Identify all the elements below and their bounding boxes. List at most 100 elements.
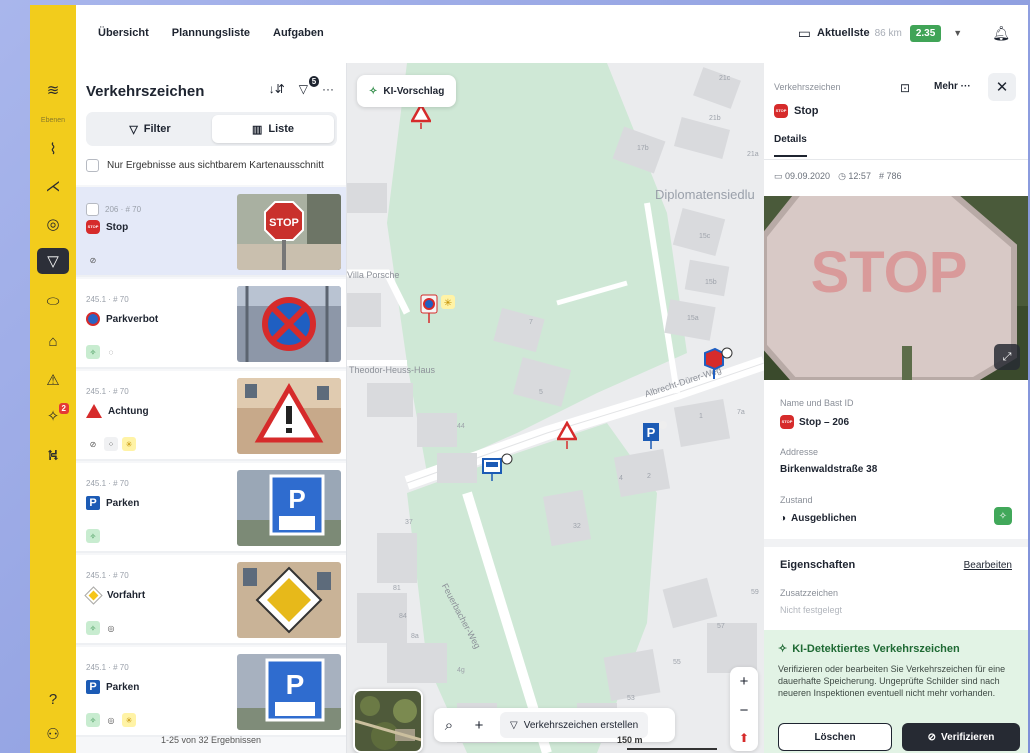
name-value: Stop – 206 bbox=[799, 416, 850, 428]
item-checkbox[interactable] bbox=[86, 203, 99, 216]
stop-sign-marker[interactable] bbox=[699, 347, 733, 381]
dots-icon: ⁘ bbox=[104, 437, 118, 451]
list-item[interactable]: 245.1 · # 70 P Parken ✧ P bbox=[76, 463, 346, 553]
stop-sign-icon: STOP bbox=[780, 415, 794, 429]
map-view[interactable]: Villa Porsche Theodor-Heuss-Haus Diploma… bbox=[347, 63, 764, 753]
house-number: 21c bbox=[719, 75, 731, 82]
ki-suggestion-button[interactable]: ✧ KI-Vorschlag bbox=[357, 75, 457, 107]
compass-icon[interactable]: ⬆ bbox=[739, 731, 749, 745]
half-circle-icon: ◑ bbox=[780, 513, 787, 524]
more-menu[interactable]: Mehr ··· bbox=[934, 81, 971, 92]
item-meta-row: 245.1 · # 70 bbox=[86, 295, 129, 304]
item-name-row: P Parken bbox=[86, 680, 139, 694]
filter-tab[interactable]: ▽ Filter bbox=[89, 115, 211, 143]
chevron-down-icon[interactable]: ▼ bbox=[953, 28, 962, 38]
traffic-icon[interactable]: ⛕ bbox=[37, 443, 69, 469]
item-meta: 245.1 · # 70 bbox=[86, 295, 129, 304]
no-stopping-marker[interactable]: ✳ bbox=[419, 293, 465, 325]
list-item[interactable]: 206 · # 70 STOP Stop ⊘ STOP bbox=[76, 187, 346, 277]
visible-only-row[interactable]: Nur Ergebnisse aus sichtbarem Kartenauss… bbox=[86, 159, 324, 172]
nav-tasks[interactable]: Aufgaben bbox=[273, 27, 324, 39]
calendar-icon: ▭ bbox=[797, 24, 812, 41]
house-number: 7a bbox=[737, 409, 745, 416]
ai-badge-icon: ✧ bbox=[994, 507, 1012, 525]
half-circle-icon: ◌ bbox=[108, 347, 114, 357]
bus-stop-marker[interactable] bbox=[481, 453, 515, 483]
close-button[interactable]: ✕ bbox=[988, 73, 1016, 101]
user-icon[interactable]: ⚇ bbox=[37, 721, 69, 747]
zoom-in-button[interactable]: + bbox=[740, 673, 749, 690]
item-name-row: P Parken bbox=[86, 496, 139, 510]
layers-caption: Ebenen bbox=[40, 117, 66, 124]
list-tab[interactable]: ▥ Liste bbox=[212, 115, 334, 143]
expand-icon[interactable]: ⤢ bbox=[994, 344, 1020, 370]
edit-link[interactable]: Bearbeiten bbox=[964, 560, 1012, 571]
close-icon: ✕ bbox=[995, 79, 1009, 96]
item-name-row: Vorfahrt bbox=[84, 586, 145, 605]
ai-tag-icon: ✧ bbox=[86, 529, 100, 543]
filter-funnel-icon: ▽ bbox=[129, 123, 138, 136]
list-item[interactable]: 245.1 · # 70 Vorfahrt ✧ ◎ bbox=[76, 555, 346, 645]
layers-icon[interactable]: ≋ bbox=[37, 77, 69, 103]
no-parking-sign-icon bbox=[86, 312, 100, 326]
house-number: 44 bbox=[457, 423, 465, 430]
check-icon: ⊘ bbox=[89, 439, 97, 449]
route-icon[interactable]: ⌇ bbox=[37, 136, 69, 162]
item-name-row: Achtung bbox=[86, 404, 149, 418]
item-meta-row: 245.1 · # 70 bbox=[86, 387, 129, 396]
item-photo: P bbox=[237, 470, 341, 546]
search-icon[interactable]: ⌕ bbox=[434, 717, 464, 734]
ai-tag-icon: ✧ bbox=[86, 713, 100, 727]
item-tags: ✧ ◎ bbox=[86, 621, 118, 635]
more-icon[interactable]: ··· bbox=[322, 82, 334, 96]
roadworks-marker[interactable] bbox=[557, 421, 577, 449]
visible-only-checkbox[interactable] bbox=[86, 159, 99, 172]
bridge-icon[interactable]: ⌂ bbox=[37, 328, 69, 354]
ai-route-icon[interactable]: ✧ 2 bbox=[37, 403, 69, 429]
house-number: 32 bbox=[573, 523, 581, 530]
name-label: Name und Bast ID bbox=[780, 398, 854, 408]
plus-icon[interactable]: + bbox=[464, 717, 494, 734]
list-item[interactable]: 245.1 · # 70 Achtung ⊘ ⁘ ✳ bbox=[76, 371, 346, 461]
house-number: 37 bbox=[405, 519, 413, 526]
list-title: Verkehrszeichen bbox=[86, 83, 205, 100]
house-number: 84 bbox=[399, 613, 407, 620]
satellite-toggle[interactable] bbox=[353, 689, 423, 753]
map-label-villa: Villa Porsche bbox=[347, 270, 400, 280]
check-circle-icon[interactable]: ◎ bbox=[37, 211, 69, 237]
house-number: 8a bbox=[411, 633, 419, 640]
item-name: Stop bbox=[106, 221, 129, 233]
house-number: 59 bbox=[751, 589, 759, 596]
help-icon[interactable]: ? bbox=[37, 686, 69, 712]
calendar-small-icon: ▭ bbox=[774, 171, 786, 181]
filter-clear-icon[interactable]: ▽ 5 bbox=[299, 76, 320, 96]
condition-label: Zustand bbox=[780, 495, 813, 505]
nav-planning[interactable]: Plannungsliste bbox=[172, 27, 250, 39]
sort-icon[interactable]: ↓⇵ bbox=[269, 82, 285, 96]
list-item[interactable]: 245.1 · # 70 Parkverbot ✧ ◌ bbox=[76, 279, 346, 369]
item-tags: ⊘ ⁘ ✳ bbox=[86, 437, 136, 451]
item-meta-row: 245.1 · # 70 bbox=[86, 571, 129, 580]
tab-details[interactable]: Details bbox=[774, 134, 807, 157]
report-icon[interactable]: ⊡ bbox=[900, 81, 910, 95]
item-meta: 245.1 · # 70 bbox=[86, 387, 129, 396]
capture-info: ▭ 09.09.2020 ◷ 12:57 # 786 bbox=[774, 171, 901, 182]
session-selector[interactable]: ▭ Aktuellste 86 km 2.35 ▼ 🔔︎ bbox=[798, 21, 1028, 45]
verify-button[interactable]: ⊘ Verifizieren bbox=[902, 723, 1020, 751]
parking-sign-marker[interactable]: P bbox=[641, 419, 671, 449]
zoom-out-button[interactable]: − bbox=[740, 702, 749, 719]
nav-overview[interactable]: Übersicht bbox=[98, 27, 149, 39]
warning-icon[interactable]: ⚠ bbox=[37, 367, 69, 393]
delete-button[interactable]: Löschen bbox=[778, 723, 892, 751]
view-toggle: ▽ Filter ▥ Liste bbox=[86, 112, 337, 146]
branch-icon[interactable]: ⋌ bbox=[37, 173, 69, 199]
bell-icon[interactable]: 🔔︎ bbox=[992, 25, 1010, 42]
ring-icon[interactable]: ⬭ bbox=[37, 288, 69, 314]
house-number: 5 bbox=[539, 389, 543, 396]
filter-icon[interactable]: ▽ bbox=[37, 248, 69, 274]
sign-list-panel: Verkehrszeichen ↓⇵ ▽ 5 ··· ▽ Filter ▥ Liste… bbox=[76, 63, 347, 753]
scale-bar bbox=[627, 748, 717, 750]
sign-photo[interactable]: STOP ⤢ bbox=[764, 196, 1028, 380]
list-item[interactable]: 245.1 · # 70 P Parken ✧ ◎ ✳ P bbox=[76, 647, 346, 737]
capture-number: # 786 bbox=[878, 171, 902, 181]
